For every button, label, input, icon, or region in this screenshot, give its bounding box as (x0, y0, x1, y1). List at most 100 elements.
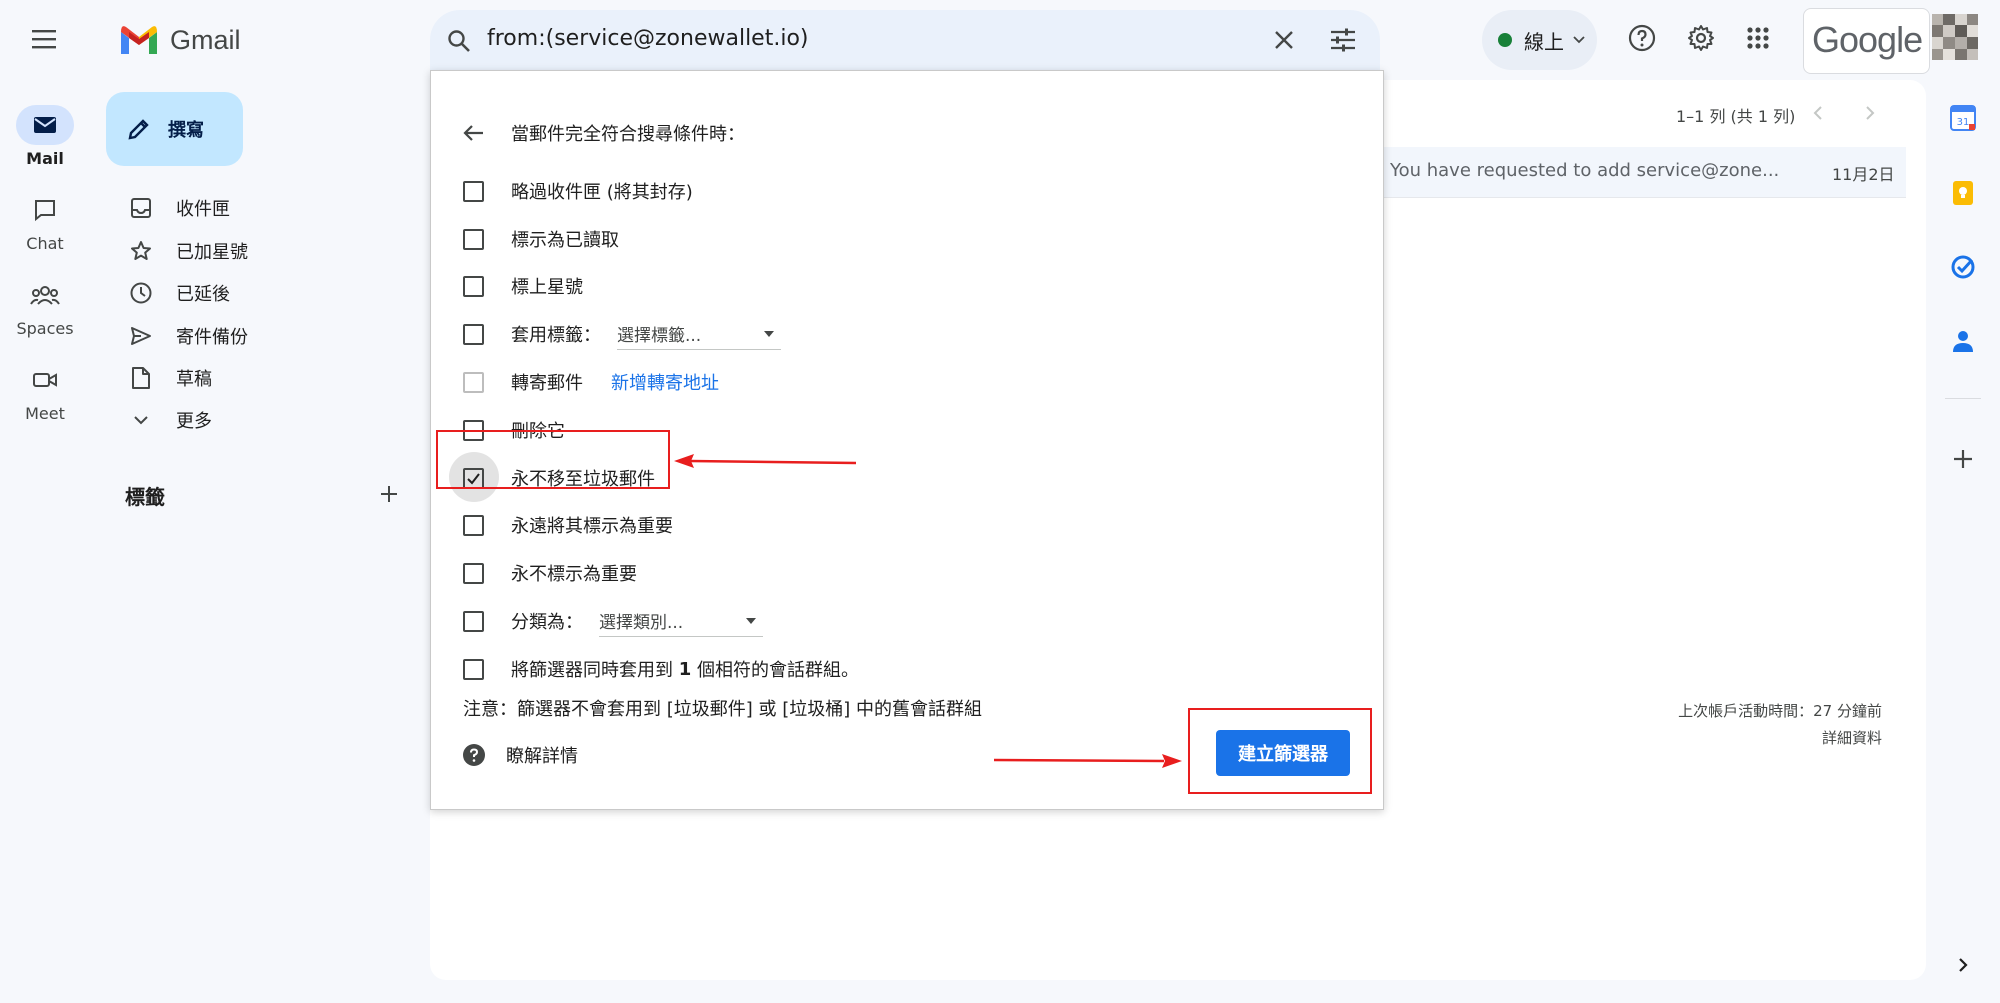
match-count: 1 (678, 658, 692, 680)
label-select[interactable]: 選擇標籤... (617, 319, 781, 350)
status-dot-icon (1498, 33, 1512, 47)
pencil-icon (128, 119, 149, 140)
apply-label-checkbox[interactable] (463, 323, 484, 345)
star-checkbox[interactable] (463, 275, 484, 297)
nav-item-inbox[interactable]: 收件匣 (128, 188, 230, 228)
chevron-down-icon (134, 416, 148, 425)
tasks-icon (1951, 255, 1975, 279)
nav-label: 更多 (176, 411, 212, 432)
search-options-icon[interactable] (1329, 27, 1357, 53)
hamburger-menu-icon[interactable] (28, 26, 62, 52)
annotation-box-create-button (1188, 708, 1372, 794)
chevron-right-icon (1866, 106, 1875, 120)
always-important-checkbox[interactable] (463, 514, 484, 536)
help-button[interactable] (1627, 23, 1657, 53)
option-label: 永遠將其標示為重要 (511, 516, 673, 537)
mail-icon (34, 117, 56, 133)
send-icon (131, 327, 151, 345)
learn-more-link[interactable]: 瞭解詳情 (506, 742, 578, 768)
option-mark-read[interactable]: 標示為已讀取 (463, 221, 619, 257)
gmail-wordmark: Gmail (170, 24, 241, 55)
google-logo: Google (1812, 19, 1923, 60)
dropdown-arrow-icon (764, 330, 774, 337)
chevron-right-icon (1959, 958, 1968, 972)
rail-item-chat[interactable]: Chat (0, 190, 90, 253)
filter-header: 當郵件完全符合搜尋條件時： (511, 124, 745, 145)
avatar[interactable] (1932, 14, 1978, 60)
category-select[interactable]: 選擇類別... (599, 606, 763, 637)
filter-header-row: 當郵件完全符合搜尋條件時： (463, 115, 745, 151)
add-addon-button[interactable] (1948, 444, 1978, 474)
option-forward[interactable]: 轉寄郵件 新增轉寄地址 (463, 364, 719, 400)
draft-icon (132, 367, 150, 389)
keep-icon (1953, 181, 1973, 205)
back-arrow-icon[interactable] (463, 124, 484, 142)
nav-item-snoozed[interactable]: 已延後 (128, 273, 230, 313)
option-skip-inbox[interactable]: 略過收件匣 (將其封存) (463, 173, 693, 209)
search-icon[interactable] (446, 28, 472, 54)
annotation-arrow-left-icon (674, 454, 857, 468)
expand-side-panel-button[interactable] (1948, 950, 1978, 980)
add-label-button[interactable] (377, 482, 401, 506)
nav-label: 收件匣 (176, 199, 230, 220)
option-label: 套用標籤： (511, 325, 601, 346)
option-always-important[interactable]: 永遠將其標示為重要 (463, 507, 673, 543)
calendar-icon: 31 (1950, 105, 1976, 131)
help-icon (1628, 24, 1656, 52)
search-input[interactable]: from:(service@zonewallet.io) (487, 26, 809, 51)
nav-label: 已加星號 (176, 242, 248, 263)
option-label: 將篩選器同時套用到 (511, 660, 679, 681)
email-snippet: You have requested to add service@zone..… (1390, 160, 1780, 181)
gear-icon (1688, 25, 1714, 51)
keep-app-button[interactable] (1948, 178, 1978, 208)
next-page-button[interactable] (1860, 103, 1880, 123)
search-bar[interactable]: from:(service@zonewallet.io) (430, 10, 1380, 70)
gmail-logo[interactable]: Gmail (118, 20, 241, 60)
rail-item-mail[interactable]: Mail (0, 105, 90, 168)
category-select-value: 選擇類別... (599, 613, 684, 633)
rail-item-meet[interactable]: Meet (0, 360, 90, 423)
nav-item-starred[interactable]: 已加星號 (128, 231, 248, 271)
compose-button[interactable]: 撰寫 (106, 92, 243, 166)
calendar-app-button[interactable]: 31 (1948, 103, 1978, 133)
learn-more-row[interactable]: 瞭解詳情 (463, 737, 578, 773)
option-label: 個相符的會話群組。 (691, 660, 859, 681)
email-row[interactable]: You have requested to add service@zone..… (1382, 147, 1906, 198)
last-activity-text: 上次帳戶活動時間：27 分鐘前 (1678, 702, 1882, 720)
nav-item-more[interactable]: 更多 (128, 400, 212, 440)
add-forwarding-address-link[interactable]: 新增轉寄地址 (611, 369, 719, 395)
prev-page-button[interactable] (1808, 103, 1828, 123)
compose-label: 撰寫 (168, 120, 204, 141)
clear-search-icon[interactable] (1272, 28, 1296, 52)
categorize-checkbox[interactable] (463, 610, 484, 632)
annotation-arrow-right-icon (993, 754, 1182, 768)
rail-item-spaces[interactable]: Spaces (0, 275, 90, 338)
status-chip[interactable]: 線上 (1482, 10, 1597, 70)
apps-grid-icon (1747, 27, 1769, 49)
nav-item-drafts[interactable]: 草稿 (128, 358, 212, 398)
tasks-app-button[interactable] (1948, 252, 1978, 282)
never-important-checkbox[interactable] (463, 562, 484, 584)
filter-note: 注意：篩選器不會套用到 [垃圾郵件] 或 [垃圾桶] 中的舊會話群組 (463, 699, 982, 720)
option-apply-label[interactable]: 套用標籤： 選擇標籤... (463, 316, 781, 352)
option-label: 永不標示為重要 (511, 564, 637, 585)
svg-text:31: 31 (1957, 117, 1970, 128)
option-star[interactable]: 標上星號 (463, 268, 583, 304)
mark-read-checkbox[interactable] (463, 228, 484, 250)
nav-label: 寄件備份 (176, 327, 248, 348)
contacts-app-button[interactable] (1948, 326, 1978, 356)
skip-inbox-checkbox[interactable] (463, 180, 484, 202)
meet-icon (33, 373, 57, 387)
option-never-important[interactable]: 永不標示為重要 (463, 555, 637, 591)
option-categorize[interactable]: 分類為： 選擇類別... (463, 603, 763, 639)
nav-item-sent[interactable]: 寄件備份 (128, 316, 248, 356)
details-link[interactable]: 詳細資料 (1760, 727, 1882, 748)
also-apply-checkbox[interactable] (463, 658, 484, 680)
settings-button[interactable] (1686, 23, 1716, 53)
forward-checkbox[interactable] (463, 371, 484, 393)
email-date: 11月2日 (1832, 165, 1895, 184)
apps-button[interactable] (1746, 26, 1770, 50)
option-also-apply[interactable]: 將篩選器同時套用到 1 個相符的會話群組。 (463, 651, 859, 687)
google-account-box[interactable]: Google (1803, 8, 1930, 74)
status-label: 線上 (1524, 29, 1564, 54)
